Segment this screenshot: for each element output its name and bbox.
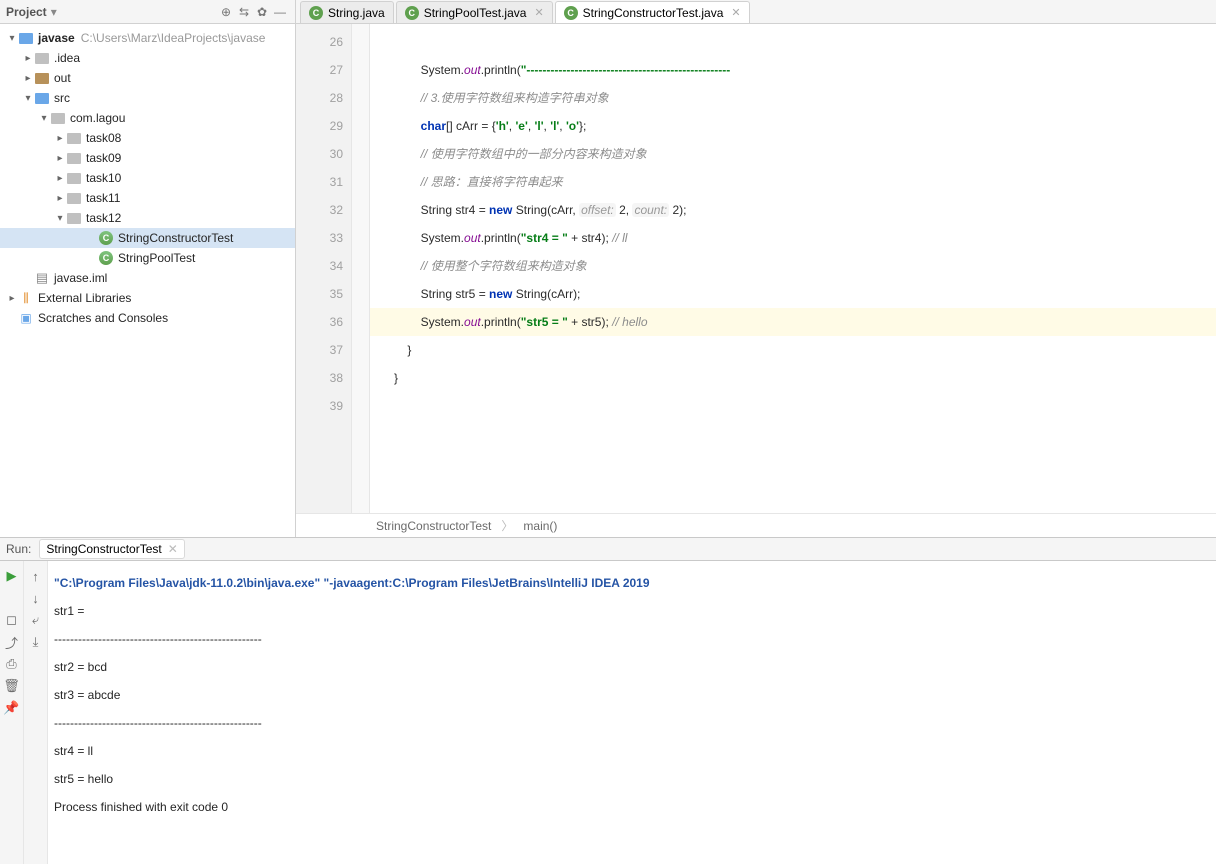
console-output[interactable]: "C:\Program Files\Java\jdk-11.0.2\bin\ja… xyxy=(48,561,1216,864)
editor-area: String.java StringPoolTest.java✕ StringC… xyxy=(296,0,1216,537)
close-icon[interactable]: ✕ xyxy=(731,6,740,19)
print-icon[interactable]: ⎙ xyxy=(2,653,22,675)
wrap-icon[interactable]: ⤶ xyxy=(26,609,46,631)
tree-src[interactable]: ▾src xyxy=(0,88,295,108)
up-icon[interactable]: ↑ xyxy=(26,565,46,587)
project-tree[interactable]: ▾ javase C:\Users\Marz\IdeaProjects\java… xyxy=(0,24,295,537)
tree-file[interactable]: ▸StringPoolTest xyxy=(0,248,295,268)
trash-icon[interactable]: 🗑 xyxy=(2,675,22,697)
chevron-down-icon[interactable]: ▾ xyxy=(51,5,57,19)
tree-root[interactable]: ▾ javase C:\Users\Marz\IdeaProjects\java… xyxy=(0,28,295,48)
run-gutter-right: ↑ ↓ ⤶ ⤓ xyxy=(24,561,48,864)
scroll-icon[interactable]: ⤓ xyxy=(26,631,46,653)
run-panel: ▶ ◻ ⤴ ⎙ 🗑 📌 ↑ ↓ ⤶ ⤓ "C:\Program Files\Ja… xyxy=(0,561,1216,864)
java-class-icon xyxy=(564,6,578,20)
tree-pkg[interactable]: ▾com.lagou xyxy=(0,108,295,128)
editor-tabs: String.java StringPoolTest.java✕ StringC… xyxy=(296,0,1216,24)
tab-stringpool[interactable]: StringPoolTest.java✕ xyxy=(396,1,553,23)
gear-icon[interactable]: ✿ xyxy=(253,5,271,19)
sidebar-header: Project ▾ ⊕ ⇆ ✿ — xyxy=(0,0,295,24)
close-icon[interactable]: ✕ xyxy=(168,542,178,556)
line-gutter[interactable]: 2627282930313233343536373839 xyxy=(296,24,352,513)
tree-external[interactable]: ▸⫼External Libraries xyxy=(0,288,295,308)
tree-file[interactable]: ▸StringConstructorTest xyxy=(0,228,295,248)
run-toolbar: Run: StringConstructorTest ✕ xyxy=(0,537,1216,561)
stop-icon[interactable] xyxy=(2,587,22,609)
close-icon[interactable]: ✕ xyxy=(534,6,543,19)
exit-icon[interactable]: ⤴ xyxy=(2,631,22,653)
tree-task[interactable]: ▸task10 xyxy=(0,168,295,188)
run-label: Run: xyxy=(6,542,31,556)
breadcrumb[interactable]: StringConstructorTest〉main() xyxy=(296,513,1216,537)
camera-icon[interactable]: ◻ xyxy=(2,609,22,631)
tree-task[interactable]: ▸task09 xyxy=(0,148,295,168)
tree-idea[interactable]: ▸.idea xyxy=(0,48,295,68)
tab-constructor[interactable]: StringConstructorTest.java✕ xyxy=(555,1,750,23)
java-class-icon xyxy=(309,6,323,20)
sidebar-title: Project xyxy=(6,5,47,19)
tree-out[interactable]: ▸out xyxy=(0,68,295,88)
java-class-icon xyxy=(405,6,419,20)
tree-scratch[interactable]: ▸▣Scratches and Consoles xyxy=(0,308,295,328)
tab-string[interactable]: String.java xyxy=(300,1,394,23)
tree-task[interactable]: ▾task12 xyxy=(0,208,295,228)
project-sidebar: Project ▾ ⊕ ⇆ ✿ — ▾ javase C:\Users\Marz… xyxy=(0,0,296,537)
locate-icon[interactable]: ⊕ xyxy=(217,5,235,19)
tree-iml[interactable]: ▸▤javase.iml xyxy=(0,268,295,288)
down-icon[interactable]: ↓ xyxy=(26,587,46,609)
run-tab[interactable]: StringConstructorTest ✕ xyxy=(39,539,184,559)
run-gutter-left: ▶ ◻ ⤴ ⎙ 🗑 📌 xyxy=(0,561,24,864)
code-editor[interactable]: System.out.println("--------------------… xyxy=(370,24,1216,513)
collapse-icon[interactable]: ⇆ xyxy=(235,5,253,19)
pin-icon[interactable]: 📌 xyxy=(2,697,22,719)
rerun-icon[interactable]: ▶ xyxy=(2,565,22,587)
tree-task[interactable]: ▸task11 xyxy=(0,188,295,208)
hide-icon[interactable]: — xyxy=(271,5,289,19)
fold-gutter[interactable] xyxy=(352,24,370,513)
tree-task[interactable]: ▸task08 xyxy=(0,128,295,148)
